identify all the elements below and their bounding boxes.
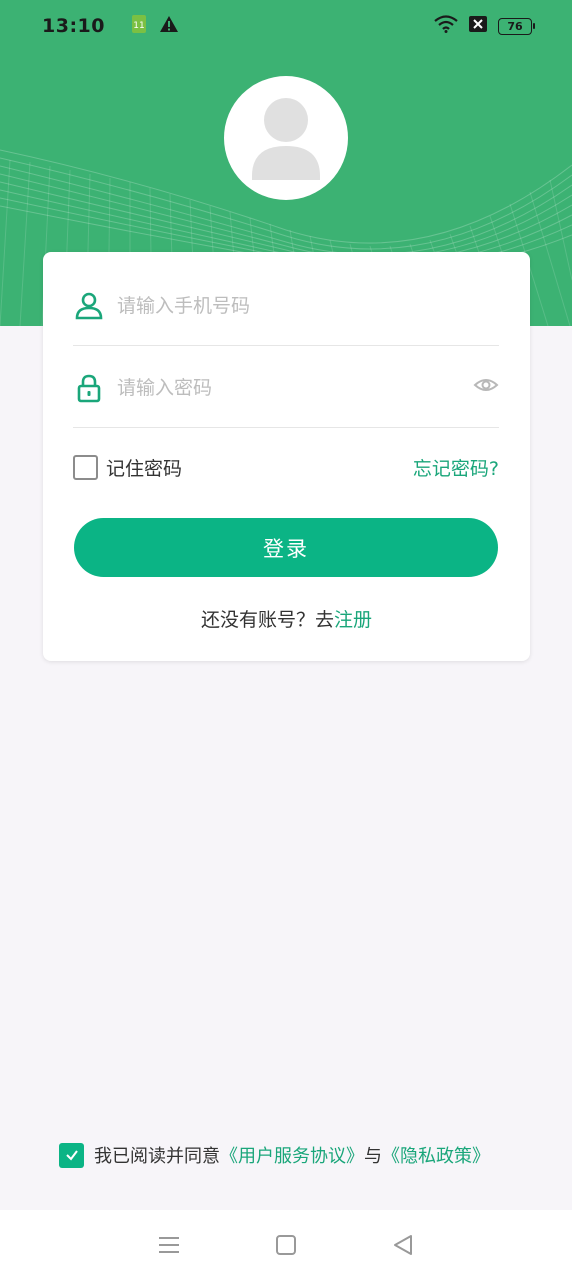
- sim-off-icon: [468, 15, 488, 37]
- login-button[interactable]: 登录: [74, 518, 498, 577]
- wifi-icon: [434, 15, 458, 37]
- agreement-checkbox[interactable]: [59, 1142, 84, 1168]
- svg-text:11: 11: [133, 21, 144, 31]
- privacy-link[interactable]: 《隐私政策》: [382, 1142, 490, 1168]
- avatar[interactable]: [224, 76, 348, 200]
- home-icon[interactable]: [266, 1225, 306, 1265]
- warning-icon: [159, 15, 179, 37]
- phone-input[interactable]: [117, 294, 437, 317]
- menu-icon[interactable]: [149, 1225, 189, 1265]
- status-bar: 13:10 11 76: [0, 0, 572, 52]
- agreement-prefix: 我已阅读并同意: [94, 1146, 220, 1167]
- user-placeholder-icon: [252, 98, 320, 180]
- register-link[interactable]: 注册: [334, 609, 372, 631]
- password-input[interactable]: [117, 376, 437, 399]
- remember-label: 记住密码: [106, 457, 183, 480]
- register-row: 还没有账号？去注册: [43, 605, 530, 632]
- remember-checkbox[interactable]: [73, 454, 98, 480]
- register-prompt: 还没有账号？去: [200, 609, 334, 631]
- app-notification-icon: 11: [131, 14, 147, 38]
- battery-icon: 76: [498, 17, 535, 35]
- lock-icon: [73, 372, 105, 404]
- status-time: 13:10: [42, 15, 105, 37]
- navigation-bar: [0, 1210, 572, 1280]
- login-card: 记住密码 忘记密码? 登录 还没有账号？去注册: [43, 252, 530, 661]
- agreement-connector: 与: [364, 1146, 382, 1167]
- remember-row: 记住密码 忘记密码?: [73, 450, 499, 484]
- check-icon: [65, 1150, 78, 1161]
- eye-icon[interactable]: [473, 372, 499, 398]
- terms-link[interactable]: 《用户服务协议》: [220, 1142, 364, 1168]
- back-icon[interactable]: [383, 1225, 423, 1265]
- phone-field: [73, 266, 499, 346]
- user-icon: [73, 290, 105, 322]
- forgot-password-link[interactable]: 忘记密码?: [413, 454, 499, 481]
- password-field: [73, 348, 499, 428]
- agreement-row: 我已阅读并同意 《用户服务协议》 与 《隐私政策》: [59, 1142, 490, 1168]
